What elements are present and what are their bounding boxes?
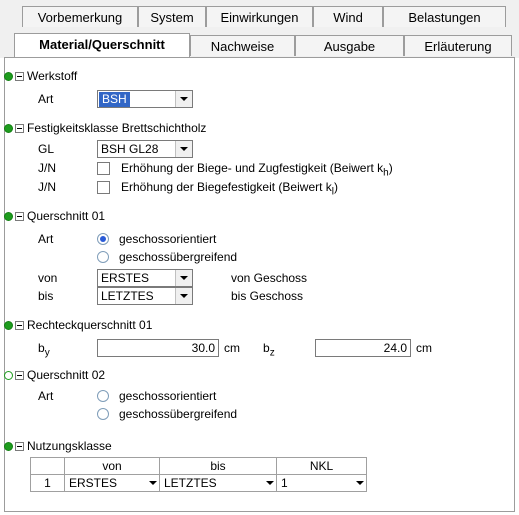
- nkl-cell-dropdown[interactable]: 1: [276, 474, 367, 492]
- column-header-nkl: NKL: [276, 457, 367, 475]
- collapse-icon[interactable]: [15, 371, 24, 380]
- status-dot-icon: [4, 371, 13, 380]
- tab-belastungen[interactable]: Belastungen: [383, 6, 506, 27]
- chevron-down-icon[interactable]: [149, 481, 157, 485]
- status-dot-icon: [4, 321, 13, 330]
- section-title-festigkeitsklasse: Festigkeitsklasse Brettschichtholz: [27, 121, 207, 135]
- geschossuebergreifend-radio[interactable]: [97, 251, 109, 263]
- tab-einwirkungen[interactable]: Einwirkungen: [206, 6, 313, 27]
- biegefestigkeit-label: Erhöhung der Biegefestigkeit (Beiwert kl…: [121, 180, 339, 198]
- geschossuebergreifend-label: geschossübergreifend: [119, 250, 238, 264]
- section-title-rechteckquerschnitt: Rechteckquerschnitt 01: [27, 318, 153, 332]
- status-dot-icon: [4, 212, 13, 221]
- von-geschoss-text: von Geschoss: [231, 271, 308, 285]
- tab-ausgabe[interactable]: Ausgabe: [295, 35, 404, 56]
- bis-label: bis: [38, 289, 54, 303]
- nutzungsklasse-table: von bis NKL 1 ERSTES LETZTES 1: [30, 457, 367, 492]
- status-dot-icon: [4, 124, 13, 133]
- section-title-querschnitt-02: Querschnitt 02: [27, 368, 106, 382]
- geschossorientiert-label-02: geschossorientiert: [119, 389, 217, 403]
- collapse-icon[interactable]: [15, 321, 24, 330]
- section-title-nutzungsklasse: Nutzungsklasse: [27, 439, 112, 453]
- row-number: 1: [30, 474, 65, 492]
- by-unit: cm: [224, 341, 240, 355]
- chevron-down-icon[interactable]: [175, 270, 192, 286]
- tab-system[interactable]: System: [138, 6, 206, 27]
- by-label: by: [38, 341, 50, 359]
- table-row: 1 ERSTES LETZTES 1: [30, 474, 367, 492]
- column-header-bis: bis: [159, 457, 277, 475]
- von-geschoss-dropdown[interactable]: ERSTES: [97, 269, 193, 287]
- werkstoff-art-dropdown[interactable]: BSH: [97, 90, 193, 108]
- chevron-down-icon[interactable]: [175, 288, 192, 304]
- collapse-icon[interactable]: [15, 72, 24, 81]
- biege-zugfestigkeit-label: Erhöhung der Biege- und Zugfestigkeit (B…: [121, 161, 393, 179]
- column-header-von: von: [64, 457, 160, 475]
- tab-erlaeuterung[interactable]: Erläuterung: [404, 35, 512, 56]
- jn-label: J/N: [38, 161, 56, 175]
- art-label: Art: [38, 232, 54, 246]
- bz-label: bz: [263, 341, 275, 359]
- status-dot-icon: [4, 442, 13, 451]
- von-label: von: [38, 271, 58, 285]
- jn-label: J/N: [38, 180, 56, 194]
- biegefestigkeit-checkbox[interactable]: [97, 181, 110, 194]
- collapse-icon[interactable]: [15, 442, 24, 451]
- bz-unit: cm: [416, 341, 432, 355]
- tab-bar: Vorbemerkung System Einwirkungen Wind Be…: [0, 0, 519, 58]
- tab-nachweise[interactable]: Nachweise: [190, 35, 295, 56]
- bz-input[interactable]: 24.0: [315, 339, 411, 357]
- section-title-querschnitt-01: Querschnitt 01: [27, 209, 106, 223]
- tab-vorbemerkung[interactable]: Vorbemerkung: [22, 6, 138, 27]
- art-label: Art: [38, 389, 54, 403]
- geschossorientiert-radio-02[interactable]: [97, 390, 109, 402]
- geschossorientiert-radio[interactable]: [97, 233, 109, 245]
- collapse-icon[interactable]: [15, 212, 24, 221]
- chevron-down-icon[interactable]: [266, 481, 274, 485]
- geschossuebergreifend-radio-02[interactable]: [97, 408, 109, 420]
- bis-cell-dropdown[interactable]: LETZTES: [159, 474, 277, 492]
- gl-label: GL: [38, 142, 55, 156]
- by-input[interactable]: 30.0: [97, 339, 219, 357]
- gl-dropdown[interactable]: BSH GL28: [97, 140, 193, 158]
- biege-zugfestigkeit-checkbox[interactable]: [97, 162, 110, 175]
- collapse-icon[interactable]: [15, 124, 24, 133]
- geschossuebergreifend-label-02: geschossübergreifend: [119, 407, 238, 421]
- tab-material-querschnitt[interactable]: Material/Querschnitt: [14, 33, 190, 57]
- section-title-werkstoff: Werkstoff: [27, 69, 78, 83]
- chevron-down-icon[interactable]: [356, 481, 364, 485]
- chevron-down-icon[interactable]: [175, 141, 192, 157]
- art-label: Art: [38, 92, 54, 106]
- geschossorientiert-label: geschossorientiert: [119, 232, 217, 246]
- bis-geschoss-text: bis Geschoss: [231, 289, 304, 303]
- status-dot-icon: [4, 72, 13, 81]
- bis-geschoss-dropdown[interactable]: LETZTES: [97, 287, 193, 305]
- table-header-row: von bis NKL: [30, 457, 367, 475]
- tab-wind[interactable]: Wind: [313, 6, 383, 27]
- von-cell-dropdown[interactable]: ERSTES: [64, 474, 160, 492]
- chevron-down-icon[interactable]: [175, 91, 192, 107]
